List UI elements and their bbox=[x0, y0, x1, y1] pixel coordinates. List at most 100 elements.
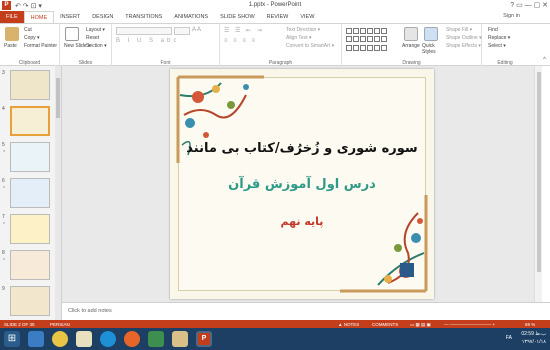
paragraph-group: ☰ ☰ ⇤ ⇥ ≡ ≡ ≡ ≡ Text Direction ▾ Align T… bbox=[220, 24, 342, 67]
quick-styles-button[interactable]: Quick Styles bbox=[422, 43, 442, 55]
font-size-box[interactable] bbox=[174, 27, 190, 35]
status-bar: SLIDE 2 OF 35 PERSIAN ▲ NOTES COMMENTS ▭… bbox=[0, 320, 550, 328]
collapse-ribbon-icon[interactable]: ^ bbox=[543, 57, 546, 63]
ribbon-tabs: FILE HOME INSERT DESIGN TRANSITIONS ANIM… bbox=[0, 11, 550, 23]
tab-animations[interactable]: ANIMATIONS bbox=[168, 11, 214, 23]
list-icons[interactable]: ☰ ☰ ⇤ ⇥ bbox=[224, 27, 264, 34]
floral-ornament-bottom-right bbox=[340, 195, 428, 293]
quick-styles-icon[interactable] bbox=[424, 27, 438, 41]
chrome-icon[interactable] bbox=[52, 331, 68, 347]
thumbnail-number: 5 bbox=[2, 142, 5, 148]
select-button[interactable]: Select ▾ bbox=[488, 43, 506, 49]
thumbnail-number: 8 bbox=[2, 250, 5, 256]
section-button[interactable]: Section ▾ bbox=[86, 43, 107, 49]
reset-button[interactable]: Reset bbox=[86, 35, 99, 41]
thumbnail-number: 4 bbox=[2, 106, 5, 112]
font-size-icon[interactable]: A A bbox=[192, 27, 201, 33]
shape-outline-button[interactable]: Shape Outline ▾ bbox=[446, 35, 482, 41]
ribbon-home: Paste Cut Copy ▾ Format Painter Clipboar… bbox=[0, 23, 550, 67]
copy-button[interactable]: Copy ▾ bbox=[24, 35, 40, 41]
editing-group: Find Replace ▾ Select ▾ Editing bbox=[482, 24, 528, 67]
arrange-icon[interactable] bbox=[404, 27, 418, 41]
slide-thumbnail-4[interactable] bbox=[10, 106, 50, 136]
animation-marker: * bbox=[3, 186, 5, 192]
zoom-slider[interactable]: — ───────────── + bbox=[444, 322, 495, 327]
drawing-group: Arrange Quick Styles Shape Fill ▾ Shape … bbox=[342, 24, 482, 67]
align-text-button[interactable]: Align Text ▾ bbox=[286, 35, 312, 41]
zoom-level[interactable]: 69 % bbox=[525, 322, 535, 327]
thumbnail-number: 7 bbox=[2, 214, 5, 220]
input-language[interactable]: FA bbox=[506, 335, 512, 341]
current-slide[interactable]: سوره شوری و زُخرُف/کتاب بی مانند درس اول… bbox=[170, 69, 434, 299]
shape-effects-button[interactable]: Shape Effects ▾ bbox=[446, 43, 481, 49]
file-explorer-icon[interactable] bbox=[76, 331, 92, 347]
system-clock[interactable]: 02:59 ب.ظ ۱۳۹۷/۰۱/۱۸ bbox=[521, 330, 546, 346]
notes-pane[interactable]: Click to add notes bbox=[62, 302, 550, 320]
arrange-button[interactable]: Arrange bbox=[402, 43, 420, 49]
slide-thumbnail-5[interactable] bbox=[10, 142, 50, 172]
tab-review[interactable]: REVIEW bbox=[261, 11, 295, 23]
notes-toggle-button[interactable]: ▲ NOTES bbox=[338, 322, 359, 327]
tab-transitions[interactable]: TRANSITIONS bbox=[119, 11, 168, 23]
sign-in-link[interactable]: Sign in bbox=[503, 13, 520, 19]
slide-counter: SLIDE 2 OF 35 bbox=[4, 321, 35, 327]
media-player-icon[interactable] bbox=[100, 331, 116, 347]
window-title: 1.pptx - PowerPoint bbox=[248, 2, 302, 8]
slide-vertical-scrollbar[interactable] bbox=[534, 66, 542, 302]
thumbnail-number: 3 bbox=[2, 70, 5, 76]
language-indicator[interactable]: PERSIAN bbox=[50, 322, 70, 327]
animation-marker: * bbox=[3, 258, 5, 264]
animation-marker: * bbox=[3, 222, 5, 228]
cut-button[interactable]: Cut bbox=[24, 27, 32, 33]
slide-thumbnail-pane: 3 4 5 * 6 * 7 * 8 * 9 bbox=[0, 66, 62, 320]
powerpoint-taskbar-icon[interactable]: P bbox=[196, 331, 212, 347]
tab-file[interactable]: FILE bbox=[0, 11, 24, 23]
convert-smartart-button[interactable]: Convert to SmartArt ▾ bbox=[286, 43, 334, 49]
shape-fill-button[interactable]: Shape Fill ▾ bbox=[446, 27, 472, 33]
thumbnail-scrollbar[interactable] bbox=[55, 66, 61, 320]
slide-grade-label[interactable]: پایه نهم bbox=[170, 215, 434, 228]
shapes-gallery[interactable] bbox=[346, 28, 387, 52]
tab-slide-show[interactable]: SLIDE SHOW bbox=[214, 11, 261, 23]
folder-icon[interactable] bbox=[172, 331, 188, 347]
font-name-box[interactable] bbox=[116, 27, 172, 35]
slides-group: New Slide ▾ Layout ▾ Reset Section ▾ Sli… bbox=[60, 24, 112, 67]
slide-thumbnail-7[interactable] bbox=[10, 214, 50, 244]
slide-thumbnail-9[interactable] bbox=[10, 286, 50, 316]
green-app-icon[interactable] bbox=[148, 331, 164, 347]
windows-taskbar: ⊞ P FA 02:59 ب.ظ ۱۳۹۷/۰۱/۱۸ bbox=[0, 328, 550, 350]
title-bar: P ↶ ↷ ⊡ ▾ 1.pptx - PowerPoint ? ▭ — ▢ ✕ bbox=[0, 0, 550, 11]
paste-button[interactable]: Paste bbox=[4, 43, 17, 49]
tab-home[interactable]: HOME bbox=[23, 11, 55, 23]
text-direction-button[interactable]: Text Direction ▾ bbox=[286, 27, 320, 33]
format-painter-button[interactable]: Format Painter bbox=[24, 43, 57, 49]
slide-thumbnail-8[interactable] bbox=[10, 250, 50, 280]
comments-toggle-button[interactable]: COMMENTS bbox=[372, 322, 398, 327]
slide-thumbnail-6[interactable] bbox=[10, 178, 50, 208]
layout-button[interactable]: Layout ▾ bbox=[86, 27, 105, 33]
new-slide-icon[interactable] bbox=[65, 27, 79, 41]
thumbnail-number: 9 bbox=[2, 286, 5, 292]
slide-editing-area: سوره شوری و زُخرُف/کتاب بی مانند درس اول… bbox=[62, 66, 542, 302]
replace-button[interactable]: Replace ▾ bbox=[488, 35, 510, 41]
tab-insert[interactable]: INSERT bbox=[54, 11, 86, 23]
tab-view[interactable]: VIEW bbox=[294, 11, 320, 23]
notes-placeholder: Click to add notes bbox=[68, 308, 112, 314]
find-button[interactable]: Find bbox=[488, 27, 498, 33]
thumbnail-number: 6 bbox=[2, 178, 5, 184]
animation-marker: * bbox=[3, 150, 5, 156]
slide-title[interactable]: سوره شوری و زُخرُف/کتاب بی مانند bbox=[170, 141, 434, 156]
window-controls[interactable]: ? ▭ — ▢ ✕ bbox=[510, 1, 548, 9]
internet-explorer-icon[interactable] bbox=[28, 331, 44, 347]
font-format-icons[interactable]: B I U S abc bbox=[116, 38, 179, 44]
align-icons[interactable]: ≡ ≡ ≡ ≡ bbox=[224, 38, 257, 44]
clipboard-group: Paste Cut Copy ▾ Format Painter Clipboar… bbox=[0, 24, 60, 67]
paste-icon[interactable] bbox=[5, 27, 19, 41]
start-button-icon[interactable]: ⊞ bbox=[4, 331, 20, 347]
font-group: A A B I U S abc Font bbox=[112, 24, 220, 67]
slide-subtitle[interactable]: درس اول آموزش قرآن bbox=[170, 177, 434, 192]
view-buttons[interactable]: ▭ ▦ ▤ ▣ bbox=[410, 322, 431, 328]
slide-thumbnail-3[interactable] bbox=[10, 70, 50, 100]
tab-design[interactable]: DESIGN bbox=[86, 11, 119, 23]
firefox-icon[interactable] bbox=[124, 331, 140, 347]
